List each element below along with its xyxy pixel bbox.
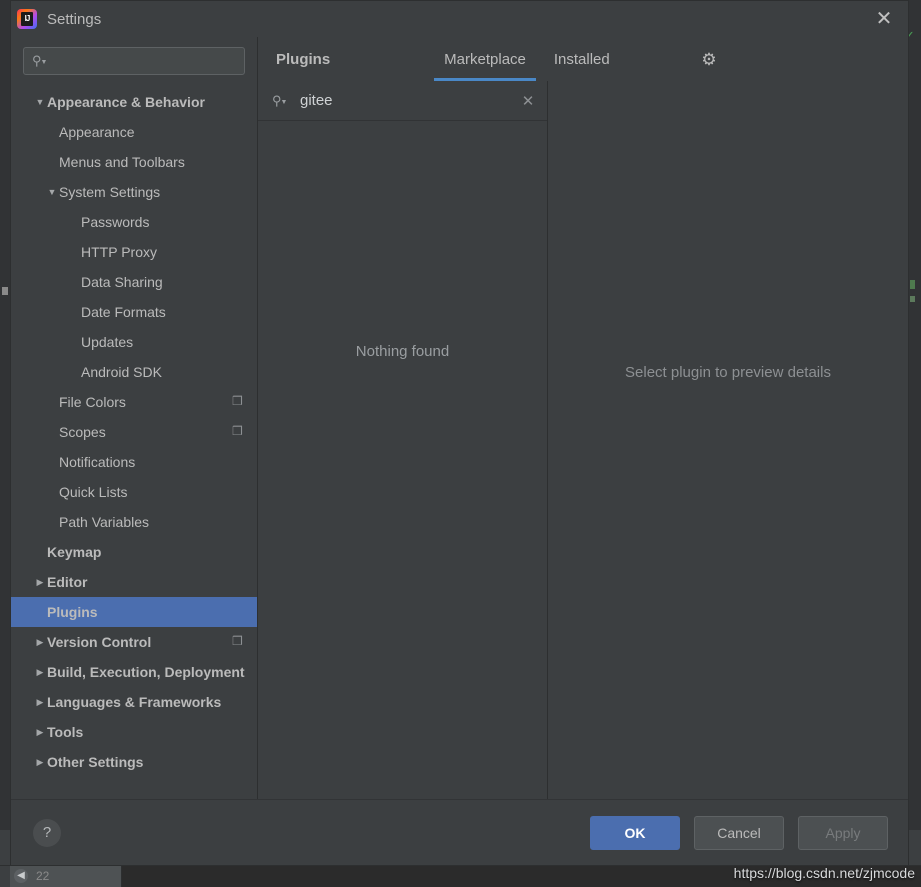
sidebar-item-label: Keymap [47,544,102,560]
sidebar-item-label: Other Settings [47,754,144,770]
close-icon[interactable]: ✕ [870,5,898,33]
sidebar-item-label: Build, Execution, Deployment [47,664,245,680]
ide-tool-window-tab-label: 22 [36,869,50,883]
cancel-button[interactable]: Cancel [694,815,784,850]
sidebar-item-notifications[interactable]: Notifications [11,447,257,477]
intellij-idea-logo-icon: IJ [17,9,37,29]
plugins-header: Plugins Marketplace Installed ⚙ [258,37,908,81]
tab-marketplace[interactable]: Marketplace [430,37,540,81]
sidebar-item-label: Updates [81,334,134,350]
sidebar-item-system-settings[interactable]: ▼ System Settings [11,177,257,207]
sidebar-item-label: Data Sharing [81,274,163,290]
sidebar-item-file-colors[interactable]: File Colors ❒ [11,387,257,417]
sidebar-item-updates[interactable]: Updates [11,327,257,357]
background-left-chip [2,287,8,295]
sidebar-search-wrap: ⚲ ▼ [11,43,257,85]
sidebar-item-label: Languages & Frameworks [47,694,222,710]
sidebar-item-build-execution-deployment[interactable]: ▶ Build, Execution, Deployment [11,657,257,687]
sidebar-item-editor[interactable]: ▶ Editor [11,567,257,597]
sidebar-item-scopes[interactable]: Scopes ❒ [11,417,257,447]
sidebar-item-data-sharing[interactable]: Data Sharing [11,267,257,297]
footer-buttons: OK Cancel Apply [576,815,888,850]
sidebar-item-label: Tools [47,724,84,740]
background-marker-1 [910,280,915,289]
sidebar-item-label: File Colors [59,394,126,410]
tab-installed[interactable]: Installed [540,37,624,81]
help-button[interactable]: ? [33,818,61,847]
sidebar-item-label: Date Formats [81,304,166,320]
search-icon: ⚲ ▼ [272,92,288,108]
settings-tree: ▼ Appearance & Behavior Appearance Menus an… [11,85,257,799]
ok-button[interactable]: OK [590,815,680,850]
back-arrow-icon[interactable]: ◀ [14,869,28,883]
sidebar-item-path-variables[interactable]: Path Variables [11,507,257,537]
sidebar-item-label: Android SDK [81,364,162,380]
sidebar-item-passwords[interactable]: Passwords [11,207,257,237]
sidebar-item-plugins[interactable]: Plugins [11,597,257,627]
sidebar-item-http-proxy[interactable]: HTTP Proxy [11,237,257,267]
chevron-right-icon[interactable]: ▶ [33,577,47,588]
gear-icon[interactable]: ⚙ [696,47,722,73]
settings-search-input[interactable] [49,53,236,69]
screen: ✓ 22 ◀ IJ Settings ✕ ⚲ ▼ ▼ Appearance & … [0,0,921,887]
sidebar-item-android-sdk[interactable]: Android SDK [11,357,257,387]
sidebar-item-quick-lists[interactable]: Quick Lists [11,477,257,507]
plugins-content: ⚲▼ ✕ Nothing found Select plugin to prev… [258,81,908,799]
plugin-search-input[interactable] [290,92,519,109]
dialog-footer: ? OK Cancel Apply [11,799,908,865]
chevron-right-icon[interactable]: ▶ [33,637,47,648]
sidebar-item-label: Appearance [59,124,135,140]
sidebar-item-label: Version Control [47,634,152,650]
plugin-search-box[interactable]: ⚲▼ ✕ [258,81,547,121]
dialog-titlebar: IJ Settings ✕ [11,1,908,37]
sidebar-item-other-settings[interactable]: ▶ Other Settings [11,747,257,777]
copy-settings-icon[interactable]: ❒ [232,425,245,438]
sidebar-item-label: Quick Lists [59,484,128,500]
sidebar-item-date-formats[interactable]: Date Formats [11,297,257,327]
sidebar-item-label: Path Variables [59,514,150,530]
sidebar-item-label: Scopes [59,424,106,440]
apply-button: Apply [798,815,888,850]
sidebar-item-appearance-behavior[interactable]: ▼ Appearance & Behavior [11,87,257,117]
window-title: Settings [47,10,102,28]
plugin-list-pane: ⚲▼ ✕ Nothing found [258,81,548,799]
empty-results-message: Nothing found [355,343,450,360]
copy-settings-icon[interactable]: ❒ [232,395,245,408]
sidebar-item-label: Plugins [47,604,98,620]
settings-dialog: IJ Settings ✕ ⚲ ▼ ▼ Appearance & Behavior A… [10,0,909,866]
search-icon: ⚲ ▼ [32,53,48,68]
sidebar-item-label: Editor [47,574,88,590]
sidebar-item-label: HTTP Proxy [81,244,157,260]
copy-settings-icon[interactable]: ❒ [232,635,245,648]
watermark: https://blog.csdn.net/zjmcode [733,865,915,881]
sidebar-item-menus-and-toolbars[interactable]: Menus and Toolbars [11,147,257,177]
chevron-right-icon[interactable]: ▶ [33,667,47,678]
chevron-right-icon[interactable]: ▶ [33,727,47,738]
sidebar-item-tools[interactable]: ▶ Tools [11,717,257,747]
chevron-down-icon[interactable]: ▼ [33,97,47,107]
clear-search-icon[interactable]: ✕ [519,92,537,110]
sidebar-item-languages-frameworks[interactable]: ▶ Languages & Frameworks [11,687,257,717]
chevron-down-icon[interactable]: ▼ [45,187,59,197]
sidebar-item-label: System Settings [59,184,161,200]
sidebar-item-label: Passwords [81,214,150,230]
plugins-pane: Plugins MarketplaceInstalled ⚙ ⚲▼ ✕ N [258,37,908,799]
settings-sidebar: ⚲ ▼ ▼ Appearance & Behavior Appearance Menus… [11,37,258,799]
sidebar-item-label: Notifications [59,454,136,470]
plugin-tabs: Marketplace Installed [430,37,624,81]
chevron-right-icon[interactable]: ▶ [33,757,47,768]
sidebar-item-version-control[interactable]: ▶ Version Control ❒ [11,627,257,657]
logo-mark: IJ [21,12,33,26]
sidebar-item-keymap[interactable]: Keymap [11,537,257,567]
plugin-detail-placeholder: Select plugin to preview details [625,364,831,381]
background-left-strip [0,0,10,830]
sidebar-item-label: Menus and Toolbars [59,154,185,170]
sidebar-search-box[interactable]: ⚲ ▼ [23,47,245,75]
sidebar-item-appearance[interactable]: Appearance [11,117,257,147]
dialog-body: ⚲ ▼ ▼ Appearance & Behavior Appearance Menus… [11,37,908,799]
sidebar-item-label: Appearance & Behavior [47,94,205,110]
chevron-right-icon[interactable]: ▶ [33,697,47,708]
background-marker-2 [910,296,915,302]
page-title: Plugins [276,50,331,68]
